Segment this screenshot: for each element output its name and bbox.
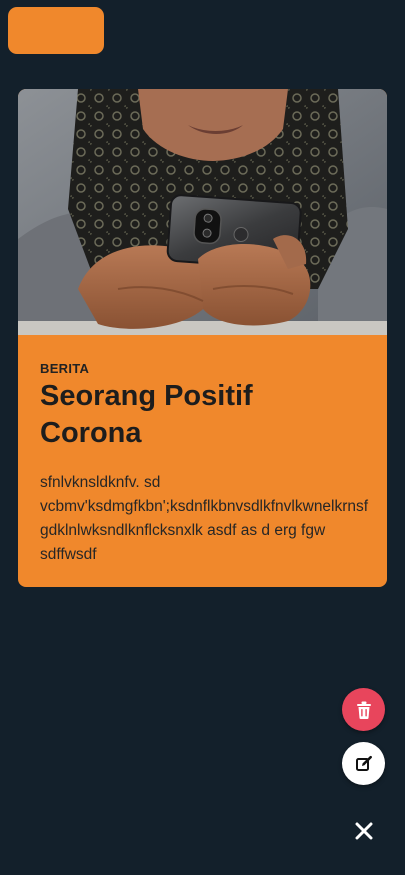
edit-button[interactable] [342, 742, 385, 785]
trash-icon [356, 701, 371, 719]
news-card-image [18, 89, 387, 335]
news-card[interactable]: BERITA Seorang Positif Corona sfnlvknsld… [18, 89, 387, 587]
delete-button[interactable] [342, 688, 385, 731]
news-title: Seorang Positif Corona [40, 380, 253, 449]
close-button[interactable] [339, 806, 389, 856]
edit-icon [355, 755, 372, 771]
top-action-button[interactable] [8, 7, 104, 54]
news-category: BERITA [40, 361, 90, 376]
close-icon [355, 822, 373, 840]
news-body: sfnlvknsldknfv. sd vcbmv'ksdmgfkbn';ksdn… [40, 474, 369, 563]
